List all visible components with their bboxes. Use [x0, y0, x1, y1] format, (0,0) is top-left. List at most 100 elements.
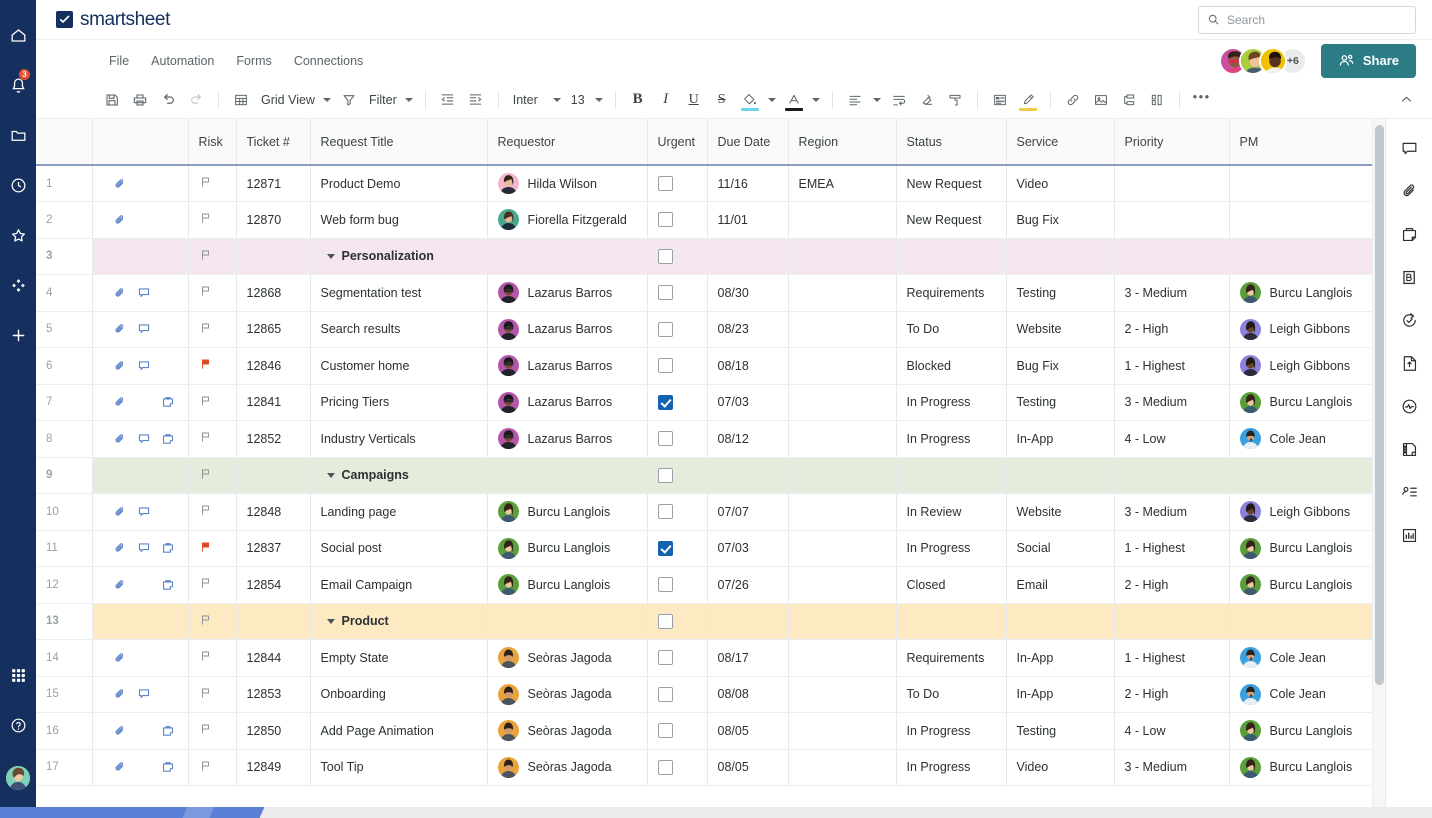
cell-priority[interactable]: [1114, 457, 1229, 494]
table-row[interactable]: 1612850Add Page AnimationSeòras Jagoda08…: [36, 713, 1372, 750]
cell-due-date[interactable]: 08/30: [707, 275, 788, 312]
attachment-icon[interactable]: [113, 395, 128, 410]
cell-priority[interactable]: [1114, 238, 1229, 275]
cell-region[interactable]: [788, 275, 896, 312]
risk-flag-icon[interactable]: [188, 238, 236, 275]
row-indicator-icons[interactable]: [92, 530, 188, 567]
grid-icon[interactable]: [227, 86, 255, 114]
risk-flag-red-icon[interactable]: [188, 348, 236, 385]
indent-icon[interactable]: [462, 86, 490, 114]
cell-service[interactable]: [1006, 238, 1114, 275]
risk-flag-icon[interactable]: [188, 713, 236, 750]
checkbox[interactable]: [658, 541, 673, 556]
group-title[interactable]: Personalization: [310, 238, 487, 275]
cell-pm[interactable]: Burcu Langlois: [1229, 384, 1372, 421]
cell-priority[interactable]: 3 - Medium: [1114, 749, 1229, 786]
cell-priority[interactable]: 4 - Low: [1114, 421, 1229, 458]
cell-region[interactable]: [788, 603, 896, 640]
checkbox[interactable]: [658, 687, 673, 702]
cell-urgent-checkbox[interactable]: [647, 567, 707, 604]
notifications-icon[interactable]: 3: [0, 60, 36, 110]
checkbox[interactable]: [658, 723, 673, 738]
cell-ticket-number[interactable]: 12849: [236, 749, 310, 786]
proof-icon[interactable]: [161, 395, 176, 410]
view-selector-caret[interactable]: [319, 86, 335, 114]
row-number[interactable]: 10: [36, 494, 92, 531]
row-indicator-icons[interactable]: [92, 202, 188, 239]
cell-status[interactable]: To Do: [896, 676, 1006, 713]
create-plus-icon[interactable]: [0, 310, 36, 360]
column-header-due-date[interactable]: Due Date: [707, 119, 788, 165]
row-indicator-icons[interactable]: [92, 238, 188, 275]
cell-request-title[interactable]: Onboarding: [310, 676, 487, 713]
checkbox[interactable]: [658, 504, 673, 519]
font-family-caret[interactable]: [549, 86, 565, 114]
conditional-format-icon[interactable]: [986, 86, 1014, 114]
attachment-icon[interactable]: [113, 541, 128, 556]
avatar[interactable]: [1259, 47, 1287, 75]
risk-flag-icon[interactable]: [188, 676, 236, 713]
clear-format-icon[interactable]: [913, 86, 941, 114]
reminder-icon[interactable]: [185, 541, 189, 556]
checkbox[interactable]: [658, 468, 673, 483]
bold-button[interactable]: B: [624, 86, 652, 114]
table-row[interactable]: 1012848Landing pageBurcu Langlois07/07In…: [36, 494, 1372, 531]
save-icon[interactable]: [98, 86, 126, 114]
table-row[interactable]: 1712849Tool TipSeòras Jagoda08/05In Prog…: [36, 749, 1372, 786]
table-row[interactable]: 1112837Social postBurcu Langlois07/03In …: [36, 530, 1372, 567]
highlight-icon[interactable]: [1014, 86, 1042, 114]
cell-urgent-checkbox[interactable]: [647, 530, 707, 567]
more-icon[interactable]: •••: [1188, 86, 1216, 114]
cell-pm[interactable]: Leigh Gibbons: [1229, 311, 1372, 348]
attachment-icon[interactable]: [113, 504, 128, 519]
cell-region[interactable]: [788, 749, 896, 786]
cell-requestor[interactable]: Seòras Jagoda: [487, 749, 647, 786]
user-avatar[interactable]: [0, 750, 36, 806]
cell-request-title[interactable]: Search results: [310, 311, 487, 348]
cell-requestor[interactable]: Hilda Wilson: [487, 165, 647, 202]
print-icon[interactable]: [126, 86, 154, 114]
cell-due-date[interactable]: 07/03: [707, 384, 788, 421]
align-caret[interactable]: [869, 86, 885, 114]
cell-ticket-number[interactable]: 12871: [236, 165, 310, 202]
reports-icon[interactable]: [1386, 514, 1432, 557]
filter-label[interactable]: Filter: [363, 93, 401, 107]
group-title[interactable]: Product: [310, 603, 487, 640]
column-header-status[interactable]: Status: [896, 119, 1006, 165]
columns-icon[interactable]: [1143, 86, 1171, 114]
row-number[interactable]: 15: [36, 676, 92, 713]
cell-pm[interactable]: Cole Jean: [1229, 421, 1372, 458]
cell-pm[interactable]: Burcu Langlois: [1229, 530, 1372, 567]
row-indicator-icons[interactable]: [92, 165, 188, 202]
cell-pm[interactable]: Cole Jean: [1229, 676, 1372, 713]
comment-icon[interactable]: [137, 322, 152, 337]
cell-pm[interactable]: Burcu Langlois: [1229, 567, 1372, 604]
risk-flag-icon[interactable]: [188, 567, 236, 604]
cell-pm[interactable]: [1229, 202, 1372, 239]
row-indicator-icons[interactable]: [92, 640, 188, 677]
collapse-caret-icon[interactable]: [327, 619, 335, 624]
table-row[interactable]: 1212854Email CampaignBurcu Langlois07/26…: [36, 567, 1372, 604]
checkbox[interactable]: [658, 285, 673, 300]
image-icon[interactable]: [1087, 86, 1115, 114]
cell-priority[interactable]: 3 - Medium: [1114, 384, 1229, 421]
row-number[interactable]: 12: [36, 567, 92, 604]
cell-due-date[interactable]: 07/07: [707, 494, 788, 531]
table-row[interactable]: 812852Industry VerticalsLazarus Barros08…: [36, 421, 1372, 458]
cell-requestor[interactable]: Burcu Langlois: [487, 530, 647, 567]
cell-ticket-number[interactable]: 12848: [236, 494, 310, 531]
cell-request-title[interactable]: Product Demo: [310, 165, 487, 202]
risk-flag-icon[interactable]: [188, 603, 236, 640]
cell-requestor[interactable]: Lazarus Barros: [487, 421, 647, 458]
cell-service[interactable]: Video: [1006, 749, 1114, 786]
cell-due-date[interactable]: 08/23: [707, 311, 788, 348]
cell-request-title[interactable]: Add Page Animation: [310, 713, 487, 750]
risk-flag-icon[interactable]: [188, 457, 236, 494]
cell-due-date[interactable]: 08/05: [707, 713, 788, 750]
link-icon[interactable]: [1059, 86, 1087, 114]
group-row[interactable]: 13Product: [36, 603, 1372, 640]
cell-urgent-checkbox[interactable]: [647, 384, 707, 421]
attachment-icon[interactable]: [113, 176, 128, 191]
cell-status[interactable]: Closed: [896, 567, 1006, 604]
cell-priority[interactable]: 3 - Medium: [1114, 275, 1229, 312]
